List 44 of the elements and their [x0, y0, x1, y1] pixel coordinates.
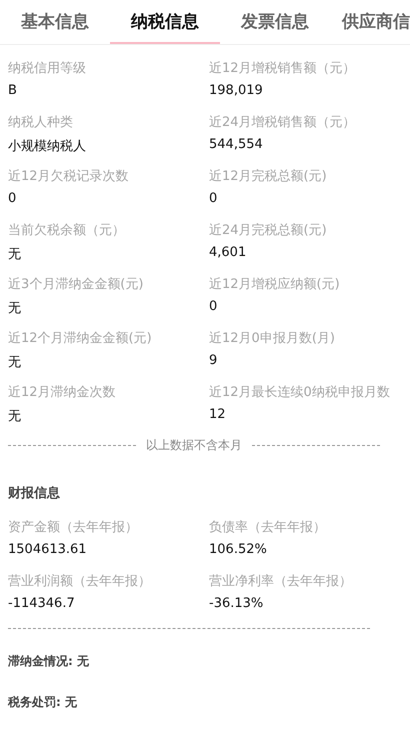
field-value: 544,554 [209, 137, 264, 152]
field-label: 负债率（去年年报） [209, 519, 327, 536]
field-value: 4,601 [209, 245, 248, 260]
field-label: 纳税信用等级 [8, 60, 87, 77]
summary-text: 税务处罚: 无 [6, 694, 78, 711]
field-label: 近12月增税销售额（元） [209, 60, 357, 77]
field-value: 小规模纳税人 [8, 138, 87, 155]
tab[interactable]: 发票信息 [220, 0, 330, 44]
field-label: 营业利润额（去年年报） [8, 573, 152, 590]
field-label: 近3个月滞纳金金额(元) [8, 276, 144, 293]
field-value: 无 [8, 300, 22, 317]
field-label: 近24月增税销售额（元） [209, 114, 357, 131]
tab[interactable]: 供应商信 [330, 0, 410, 44]
field-label: 近12月欠税记录次数 [8, 168, 130, 185]
field-label: 资产金额（去年年报） [8, 519, 139, 536]
field-value: 无 [8, 354, 22, 371]
field-label: 纳税人种类 [8, 114, 74, 131]
field-label: 近12月完税总额(元) [209, 168, 328, 185]
field-value: 无 [8, 408, 22, 425]
summary-text: 滞纳金情况: 无 [7, 653, 90, 670]
field-value: B [8, 83, 18, 98]
field-value: 0 [209, 191, 218, 206]
field-value: 198,019 [209, 83, 264, 98]
field-value: -114346.7 [8, 596, 76, 611]
field-label: 近12月0申报月数(月) [209, 330, 336, 347]
field-label: 营业净利率（去年年报） [209, 573, 353, 590]
field-label: 近12月增税应纳额(元) [209, 276, 341, 293]
field-label: 近12月滞纳金次数 [8, 384, 117, 401]
tab[interactable]: 纳税信息 [110, 0, 220, 44]
field-label: 近12个月滞纳金金额(元) [8, 330, 153, 347]
field-value: 0 [209, 299, 218, 314]
field-value: 1504613.61 [8, 542, 88, 557]
field-value: 无 [8, 246, 22, 263]
field-value: 12 [209, 407, 227, 422]
field-value: -36.13% [209, 596, 264, 611]
section-title: 财报信息 [7, 485, 61, 502]
field-label: 当前欠税余额（元） [8, 222, 126, 239]
field-value: 9 [209, 353, 218, 368]
field-value: 0 [8, 191, 18, 206]
field-label: 近12月最长连续0纳税申报月数 [209, 384, 391, 401]
note-text: 以上数据不含本月 [146, 437, 242, 454]
tab[interactable]: 基本信息 [0, 0, 110, 44]
field-value: 106.52% [209, 542, 268, 557]
field-label: 近24月完税总额(元) [209, 222, 328, 239]
